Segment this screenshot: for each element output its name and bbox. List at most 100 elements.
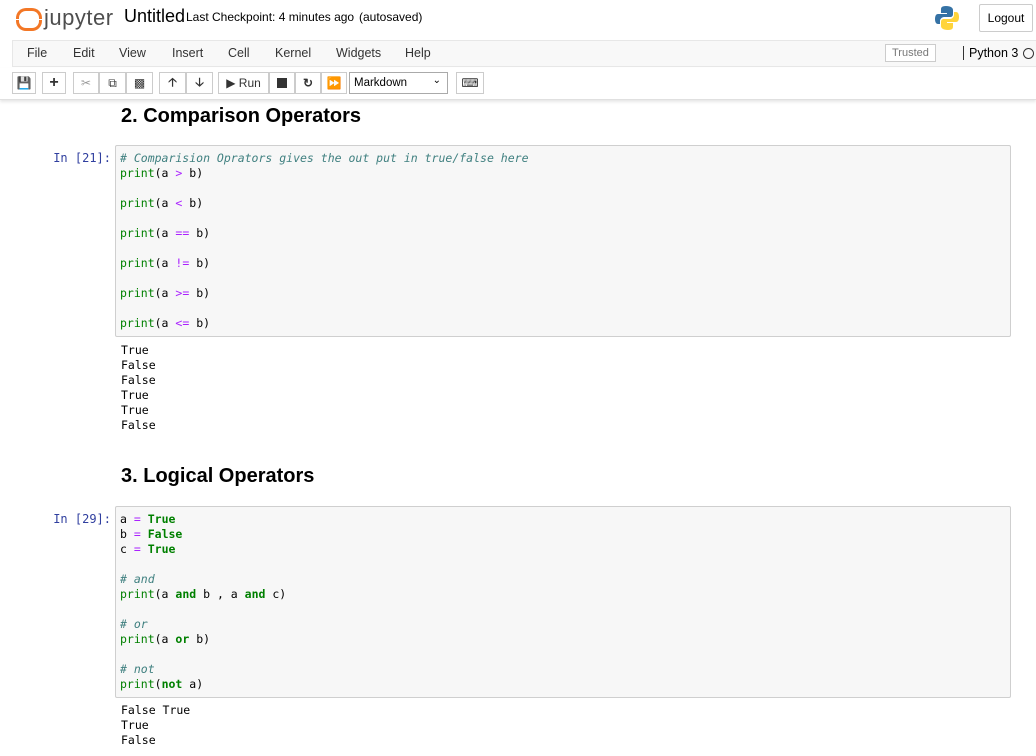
code-token: and (175, 587, 197, 601)
code-token: b) (189, 226, 211, 240)
interrupt-button[interactable] (269, 72, 295, 94)
arrow-down-icon: 🡣 (195, 74, 204, 89)
trusted-badge[interactable]: Trusted (885, 44, 936, 62)
cell-output: True False False True True False (121, 343, 156, 432)
code-line: c = True (120, 542, 1006, 557)
code-line: # and (120, 572, 1006, 587)
menubar: File Edit View Insert Cell Kernel Widget… (12, 40, 1036, 67)
cell-type-select[interactable]: Markdown ⌄ (349, 72, 448, 94)
restart-run-all-button[interactable]: ⏩ (321, 72, 347, 94)
checkpoint-status: Last Checkpoint: 4 minutes ago (186, 10, 355, 24)
chevron-down-icon: ⌄ (432, 75, 441, 86)
code-token: b (120, 527, 134, 541)
restart-icon: ↻ (302, 76, 314, 90)
fast-forward-icon: ⏩ (326, 76, 342, 90)
code-token: (a (154, 286, 176, 300)
menu-file[interactable]: File (27, 46, 47, 60)
code-token: b) (189, 316, 211, 330)
restart-button[interactable]: ↻ (295, 72, 321, 94)
code-token: or (175, 632, 190, 646)
code-token: b) (189, 286, 211, 300)
code-token: = (133, 527, 141, 541)
code-token: == (175, 226, 190, 240)
code-token: True (147, 542, 176, 556)
code-token: not (161, 677, 183, 691)
code-token: # and (120, 572, 155, 586)
move-up-button[interactable]: 🡡 (159, 72, 186, 94)
insert-cell-button[interactable]: + (42, 72, 66, 94)
code-line: # or (120, 617, 1006, 632)
kernel-idle-icon (1023, 48, 1034, 59)
notebook[interactable]: 2. Comparison Operators In [21]: # Compa… (0, 100, 1036, 756)
code-token: (a (154, 316, 176, 330)
menu-widgets[interactable]: Widgets (336, 46, 381, 60)
code-line: # not (120, 662, 1006, 677)
code-token: b , a (196, 587, 245, 601)
code-token: a (120, 512, 134, 526)
code-token: print (120, 256, 155, 270)
code-token: print (120, 316, 155, 330)
toolbar: 💾 + ✂ ⧉ ▩ 🡡 🡣 ▶ Run ↻ ⏩ Markdown ⌄ ⌨ (0, 68, 1036, 100)
save-button[interactable]: 💾 (12, 72, 36, 94)
code-token: (a (154, 226, 176, 240)
cell-output: False True True False (121, 703, 191, 747)
keyboard-icon: ⌨ (461, 76, 479, 90)
code-line: print(a > b) (120, 166, 1006, 181)
run-button[interactable]: ▶ Run (218, 72, 269, 94)
code-line: print(not a) (120, 677, 1006, 692)
code-line: print(a < b) (120, 196, 1006, 211)
command-palette-button[interactable]: ⌨ (456, 72, 484, 94)
cut-button[interactable]: ✂ (73, 72, 99, 94)
scissors-icon: ✂ (80, 76, 92, 90)
menu-cell[interactable]: Cell (228, 46, 250, 60)
code-token: print (120, 632, 155, 646)
code-token: print (120, 226, 155, 240)
menu-kernel[interactable]: Kernel (275, 46, 311, 60)
code-line: print(a >= b) (120, 286, 1006, 301)
move-down-button[interactable]: 🡣 (186, 72, 213, 94)
section-heading[interactable]: 2. Comparison Operators (121, 105, 361, 128)
menu-insert[interactable]: Insert (172, 46, 203, 60)
code-token: ( (154, 677, 162, 691)
code-line: print(a != b) (120, 256, 1006, 271)
code-line: # Comparision Oprators gives the out put… (120, 151, 1006, 166)
code-token: and (244, 587, 266, 601)
code-token: # or (120, 617, 148, 631)
code-token: (a (154, 196, 176, 210)
copy-icon: ⧉ (108, 75, 117, 90)
code-token: (a (154, 166, 176, 180)
menu-help[interactable]: Help (405, 46, 431, 60)
save-icon: 💾 (16, 76, 32, 90)
section-heading[interactable]: 3. Logical Operators (121, 465, 314, 488)
autosave-status: (autosaved) (359, 10, 423, 24)
code-token: print (120, 196, 155, 210)
code-editor[interactable]: # Comparision Oprators gives the out put… (120, 151, 1006, 331)
code-token: b) (182, 166, 204, 180)
code-token: (a (154, 632, 176, 646)
notebook-title[interactable]: Untitled (124, 6, 185, 27)
code-token: b) (182, 196, 204, 210)
plus-icon: + (49, 74, 59, 91)
arrow-up-icon: 🡡 (168, 74, 177, 89)
code-token: = (133, 542, 141, 556)
kernel-name[interactable]: Python 3 (963, 46, 1018, 60)
jupyter-logo[interactable]: jupyter (16, 5, 114, 31)
code-editor[interactable]: a = True b = False c = True # and print(a an… (120, 512, 1006, 692)
code-cell-input[interactable]: a = True b = False c = True # and print(a an… (115, 506, 1011, 698)
logout-button[interactable]: Logout (979, 4, 1033, 32)
paste-button[interactable]: ▩ (126, 72, 153, 94)
menu-view[interactable]: View (119, 46, 146, 60)
code-cell-input[interactable]: # Comparision Oprators gives the out put… (115, 145, 1011, 337)
copy-button[interactable]: ⧉ (99, 72, 126, 94)
paste-icon: ▩ (133, 76, 146, 90)
code-line: print(a <= b) (120, 316, 1006, 331)
jupyter-logo-icon (16, 6, 42, 31)
stop-icon (277, 78, 287, 88)
menu-edit[interactable]: Edit (73, 46, 95, 60)
input-prompt: In [29]: (53, 512, 111, 526)
python-logo-icon (935, 6, 959, 30)
